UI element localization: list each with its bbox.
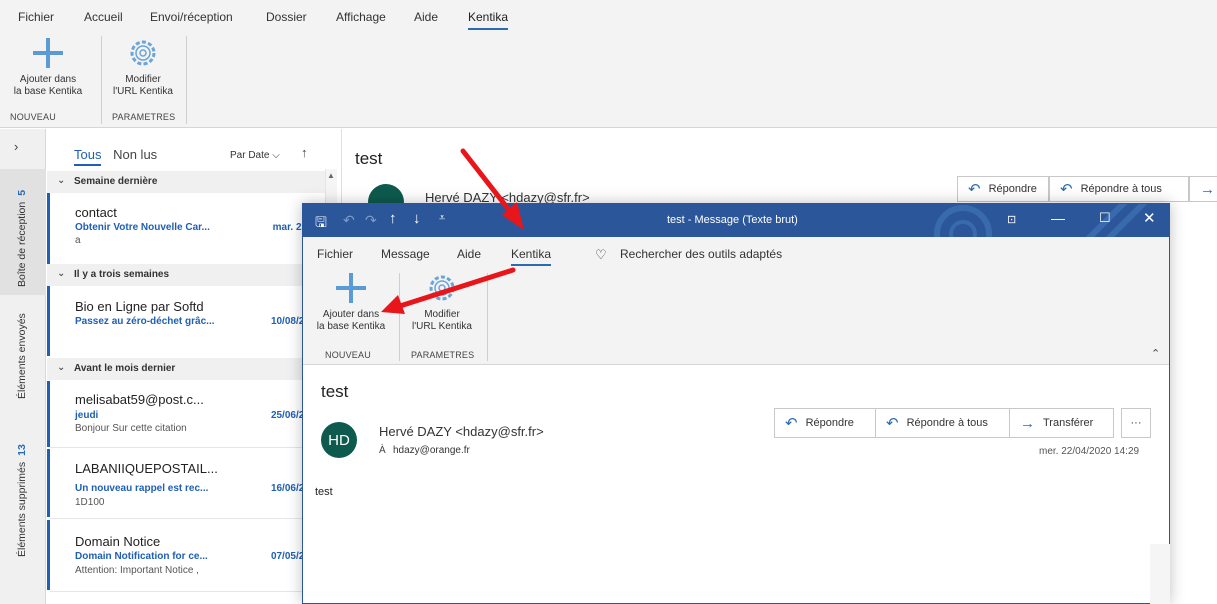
red-arrow-1 (460, 148, 524, 230)
red-arrow-2 (381, 267, 516, 314)
outlook-window: Fichier Accueil Envoi/réception Dossier … (0, 0, 1217, 604)
annotation-arrows (381, 148, 524, 314)
